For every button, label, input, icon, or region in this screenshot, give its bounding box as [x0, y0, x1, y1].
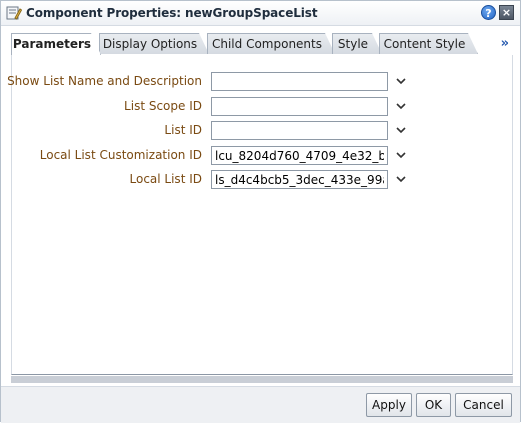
ok-button[interactable]: OK	[416, 393, 451, 417]
list-scope-id-input[interactable]	[211, 97, 388, 116]
tab-style[interactable]: Style	[332, 33, 382, 54]
tab-label: Child Components	[211, 37, 322, 51]
field-row: List Scope ID	[12, 97, 514, 117]
tab-content-style[interactable]: Content Style	[379, 33, 478, 54]
tab-bar: Parameters Display Options Child Compone…	[11, 33, 513, 56]
show-list-name-input[interactable]	[211, 72, 388, 91]
tab-display-options[interactable]: Display Options	[99, 33, 209, 54]
field-label: Show List Name and Description	[7, 74, 202, 88]
more-tabs-icon[interactable]: »	[501, 36, 509, 51]
properties-icon	[6, 6, 22, 20]
tab-label: Display Options	[102, 37, 198, 51]
local-list-id-input[interactable]	[211, 170, 388, 189]
tab-label: Style	[337, 37, 369, 51]
tab-label: Content Style	[383, 37, 466, 51]
field-label: List ID	[164, 123, 202, 137]
list-id-input[interactable]	[211, 121, 388, 140]
component-properties-dialog: Component Properties: newGroupSpaceList …	[0, 0, 521, 423]
field-label: Local List Customization ID	[39, 148, 202, 162]
field-row: Local List Customization ID	[12, 146, 514, 166]
apply-button[interactable]: Apply	[366, 393, 412, 417]
cancel-button[interactable]: Cancel	[455, 393, 512, 417]
field-row: List ID	[12, 121, 514, 141]
chevron-down-icon[interactable]	[394, 172, 408, 186]
field-label: List Scope ID	[124, 99, 202, 113]
chevron-down-icon[interactable]	[394, 148, 408, 162]
field-row: Show List Name and Description	[7, 72, 514, 92]
tab-label: Parameters	[12, 37, 92, 51]
close-icon[interactable]: ×	[499, 5, 514, 20]
field-row: Local List ID	[12, 170, 514, 190]
dialog-title: Component Properties: newGroupSpaceList	[26, 6, 318, 20]
field-label: Local List ID	[129, 172, 203, 186]
chevron-down-icon[interactable]	[394, 74, 408, 88]
chevron-down-icon[interactable]	[394, 99, 408, 113]
title-bar: Component Properties: newGroupSpaceList …	[1, 1, 520, 26]
tab-child-components[interactable]: Child Components	[207, 33, 335, 54]
parameters-panel: Show List Name and Description List Scop…	[7, 55, 514, 375]
local-list-customization-id-input[interactable]	[211, 146, 388, 165]
help-icon[interactable]: ?	[481, 5, 496, 20]
button-bar: Apply OK Cancel	[1, 386, 520, 423]
panel-bottom-border	[11, 376, 513, 383]
chevron-down-icon[interactable]	[394, 123, 408, 137]
tab-parameters[interactable]: Parameters	[11, 33, 101, 55]
